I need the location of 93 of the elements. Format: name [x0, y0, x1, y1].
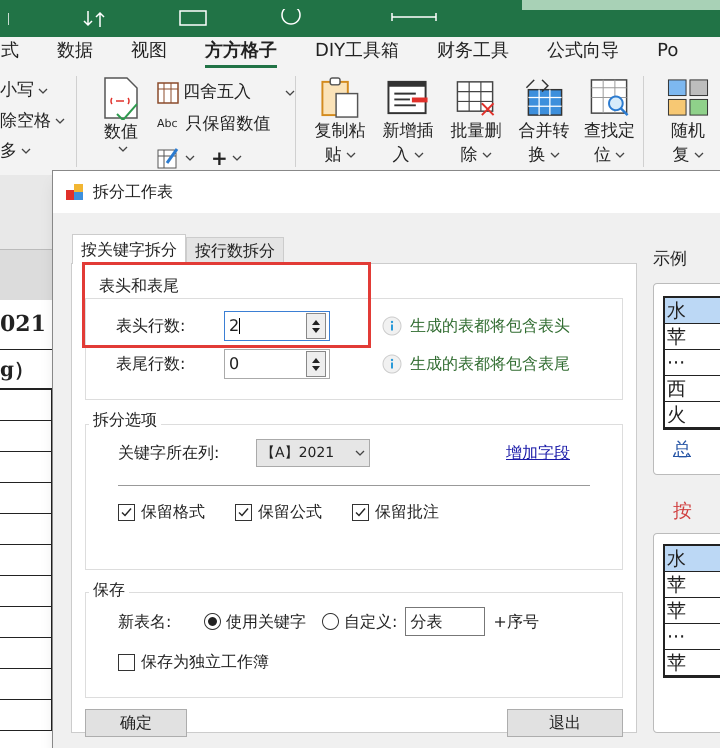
- check-icon: [120, 506, 133, 518]
- example-cell: ···: [665, 624, 720, 650]
- edit-table-button[interactable]: [157, 147, 195, 169]
- caret-icon: [550, 152, 560, 158]
- add-button[interactable]: +: [211, 143, 242, 173]
- checkbox-label: 保存为独立工作簿: [141, 651, 269, 673]
- example-cell: 水: [665, 546, 720, 572]
- caret-icon: [285, 90, 295, 96]
- radio-label: 自定义:: [344, 610, 398, 632]
- suffix-label: +序号: [493, 610, 539, 632]
- caret-icon: [355, 450, 365, 456]
- table-search-icon: [588, 76, 632, 119]
- caret-icon: [414, 152, 424, 158]
- caret-icon: [55, 118, 65, 124]
- info-icon: [382, 316, 402, 336]
- check-icon: [354, 506, 367, 518]
- hint-text: 生成的表都将包含表尾: [410, 353, 570, 375]
- checkbox[interactable]: [118, 654, 135, 670]
- example-cell: 苹: [665, 598, 720, 624]
- caret-icon: [118, 146, 128, 152]
- abc-label: Abc: [157, 116, 178, 132]
- checkbox[interactable]: [352, 504, 369, 520]
- ribbon-button[interactable]: 查找定 位: [580, 76, 644, 167]
- ribbon-tab[interactable]: Po: [657, 37, 678, 68]
- sheet-unit: g）: [0, 356, 34, 383]
- number-field[interactable]: 0: [224, 349, 330, 379]
- radio-button[interactable]: [322, 613, 339, 630]
- table-pencil-icon: [157, 147, 181, 169]
- check-icon: [237, 506, 250, 518]
- example-caption: 按: [673, 498, 693, 524]
- field-label: 新表名:: [118, 610, 172, 632]
- menu-item[interactable]: 多: [0, 139, 76, 165]
- caret-icon: [694, 152, 704, 158]
- caret-icon: [38, 88, 48, 94]
- hint-text: 生成的表都将包含表头: [410, 315, 570, 337]
- ribbon-button[interactable]: 复制粘 贴: [308, 76, 372, 167]
- dialog-tab[interactable]: 按行数拆分: [186, 237, 284, 263]
- ribbon-tab[interactable]: 式: [1, 37, 19, 68]
- example-cell: 火: [665, 402, 720, 428]
- caret-icon: [185, 155, 195, 161]
- example-cell: 西: [665, 376, 720, 402]
- app-icon: [65, 182, 85, 202]
- menu-item[interactable]: 除空格: [0, 108, 76, 134]
- dialog-tab[interactable]: 按关键字拆分: [72, 234, 186, 264]
- spin-buttons[interactable]: [306, 313, 326, 339]
- column-header: [0, 250, 52, 300]
- dialog-title: 拆分工作表: [93, 181, 173, 203]
- ribbon-button[interactable]: 批量删 除: [444, 76, 508, 167]
- document-check-icon: [103, 76, 139, 120]
- field-label: 表头行数:: [116, 315, 186, 337]
- number-field[interactable]: 2: [224, 311, 330, 341]
- example-cell: ···: [665, 350, 720, 376]
- caret-icon: [346, 152, 356, 158]
- ribbon-button[interactable]: 新增插 入: [376, 76, 440, 167]
- checkbox-label: 保留格式: [141, 501, 205, 523]
- ok-button[interactable]: 确定: [85, 709, 187, 737]
- field-label: 表尾行数:: [116, 353, 186, 375]
- column-dropdown[interactable]: 【A】2021: [256, 439, 370, 467]
- checkbox-label: 保留批注: [375, 501, 439, 523]
- example-cell: 苹: [665, 324, 720, 350]
- caret-icon: [232, 155, 242, 161]
- example-title: 示例: [653, 248, 688, 271]
- ribbon-tab[interactable]: 公式向导: [547, 37, 620, 68]
- caret-icon: [482, 152, 492, 158]
- caret-icon: [615, 152, 625, 158]
- caret-icon: [21, 148, 31, 154]
- checkbox[interactable]: [235, 504, 252, 520]
- info-icon: [382, 354, 402, 374]
- round-menu[interactable]: 四舍五入: [157, 80, 295, 106]
- ribbon-tab[interactable]: DIY工具箱: [315, 37, 400, 68]
- checkbox-label: 保留公式: [258, 501, 322, 523]
- radio-button[interactable]: [204, 613, 221, 630]
- exit-button[interactable]: 退出: [507, 709, 623, 737]
- field-label: 关键字所在列:: [118, 442, 220, 464]
- keep-value-button[interactable]: 只保留数值: [186, 112, 271, 137]
- menu-item[interactable]: 小写: [0, 78, 76, 104]
- checkbox[interactable]: [118, 504, 135, 520]
- table-icon: [157, 82, 179, 104]
- ribbon-tab[interactable]: 视图: [131, 37, 167, 68]
- sheet-title: 021: [0, 310, 46, 339]
- example-cell: 苹: [665, 650, 720, 676]
- ribbon-tab[interactable]: 数据: [57, 37, 93, 68]
- name-field[interactable]: 分表: [405, 607, 486, 636]
- ribbon-tab[interactable]: 财务工具: [437, 37, 510, 68]
- spin-buttons[interactable]: [306, 351, 326, 377]
- number-button[interactable]: 数值: [97, 76, 145, 152]
- sheet-tab-label: 总: [673, 438, 692, 462]
- example-cell: 水: [665, 298, 720, 324]
- ribbon-button[interactable]: 随机 复: [656, 76, 720, 167]
- radio-label: 使用关键字: [226, 610, 306, 632]
- ribbon-button[interactable]: 合并转 换: [512, 76, 576, 167]
- add-field-link[interactable]: 增加字段: [506, 441, 570, 465]
- example-cell: 苹: [665, 572, 720, 598]
